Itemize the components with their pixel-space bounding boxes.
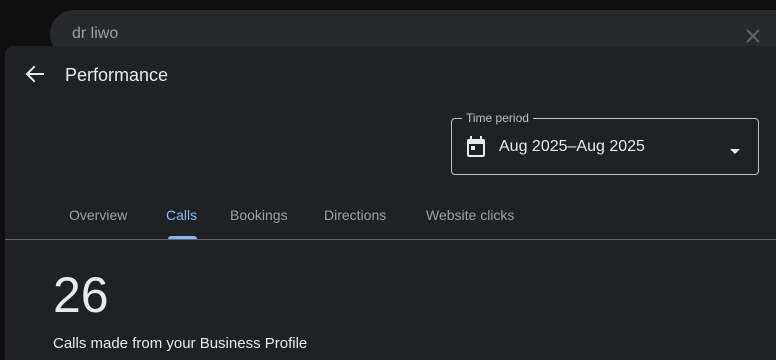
tab-bookings[interactable]: Bookings — [230, 206, 288, 224]
arrow-left-icon — [25, 65, 44, 83]
close-icon[interactable] — [741, 24, 765, 48]
screen: ‹ dr liwo Performance Time period — [0, 0, 776, 360]
search-query-text: dr liwo — [72, 25, 119, 42]
calls-count: 26 — [53, 267, 109, 323]
partial-icon: ‹ — [0, 22, 4, 44]
calendar-icon — [466, 136, 486, 158]
performance-panel: Performance Time period Aug 2025–Aug 202… — [5, 46, 776, 360]
tab-website-clicks[interactable]: Website clicks — [426, 206, 514, 224]
time-period-value: Aug 2025–Aug 2025 — [499, 138, 645, 155]
time-period-label: Time period — [462, 111, 533, 125]
tab-overview[interactable]: Overview — [69, 206, 127, 224]
calls-caption: Calls made from your Business Profile — [53, 335, 308, 352]
tab-calls[interactable]: Calls — [166, 206, 197, 224]
chevron-down-icon — [729, 143, 741, 154]
time-period-select[interactable]: Time period Aug 2025–Aug 2025 — [451, 111, 759, 175]
tabs-divider — [5, 239, 776, 240]
tab-directions[interactable]: Directions — [324, 206, 386, 224]
page-title: Performance — [65, 65, 169, 85]
back-button[interactable] — [23, 62, 47, 86]
